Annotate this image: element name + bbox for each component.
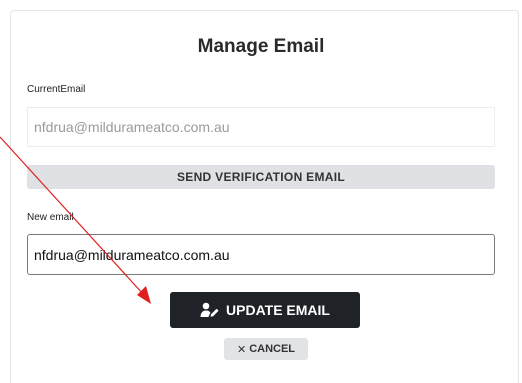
- page: Manage Email CurrentEmail nfdrua@mildura…: [0, 0, 522, 383]
- current-email-label: CurrentEmail: [27, 84, 86, 95]
- update-email-button[interactable]: UPDATE EMAIL: [170, 292, 360, 328]
- send-verification-email-button[interactable]: SEND VERIFICATION EMAIL: [27, 165, 495, 189]
- cancel-button[interactable]: ✕ CANCEL: [224, 338, 308, 360]
- new-email-value: nfdrua@mildurameatco.com.au: [34, 246, 230, 263]
- dialog-title: Manage Email: [197, 36, 325, 57]
- cancel-label: CANCEL: [249, 343, 296, 355]
- update-email-label: UPDATE EMAIL: [226, 302, 330, 318]
- user-edit-icon: [200, 302, 220, 318]
- new-email-field[interactable]: nfdrua@mildurameatco.com.au: [27, 234, 495, 275]
- new-email-label: New email: [27, 212, 74, 223]
- send-verification-email-label: SEND VERIFICATION EMAIL: [176, 170, 345, 184]
- close-icon: ✕: [236, 343, 247, 356]
- current-email-value: nfdrua@mildurameatco.com.au: [34, 119, 230, 135]
- current-email-field[interactable]: nfdrua@mildurameatco.com.au: [27, 107, 495, 147]
